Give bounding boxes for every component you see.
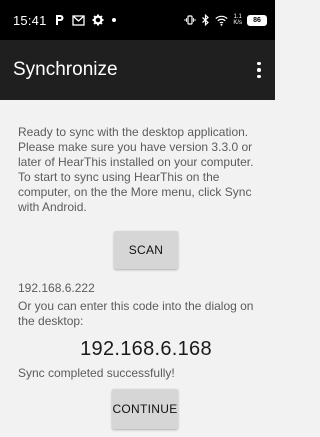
app-bar: Synchronize (0, 40, 275, 100)
p-app-icon (54, 14, 65, 26)
network-speed: 1.1 K/s (233, 14, 242, 26)
vibrate-icon (184, 14, 196, 26)
network-speed-unit: K/s (233, 20, 242, 26)
status-bar: 15:41 1.1 K/s 86 (0, 0, 275, 40)
scan-button-row: SCAN (18, 231, 262, 269)
status-time: 15:41 (13, 12, 47, 28)
sync-code: 192.168.6.168 (80, 338, 212, 360)
sync-status-text: Sync completed successfully! (18, 366, 175, 380)
more-vert-icon[interactable] (251, 58, 267, 82)
continue-button[interactable]: CONTINUE (112, 389, 178, 429)
page-title: Synchronize (13, 59, 118, 80)
code-hint-text: Or you can enter this code into the dial… (18, 299, 254, 328)
dot-icon (111, 17, 117, 23)
sync-content: Ready to sync with the desktop applicati… (0, 100, 275, 429)
scan-button[interactable]: SCAN (114, 231, 178, 269)
status-bar-left: 15:41 (13, 13, 117, 28)
bluetooth-icon (201, 14, 210, 26)
scanned-ip-address: 192.168.6.222 (18, 281, 95, 295)
gmail-icon (71, 14, 85, 26)
wifi-icon (215, 15, 228, 26)
battery-icon: 86 (247, 14, 267, 26)
status-bar-right: 1.1 K/s 86 (184, 14, 267, 26)
intro-text: Ready to sync with the desktop applicati… (18, 125, 254, 214)
gear-icon (92, 14, 104, 26)
continue-button-row: CONTINUE (18, 389, 262, 429)
